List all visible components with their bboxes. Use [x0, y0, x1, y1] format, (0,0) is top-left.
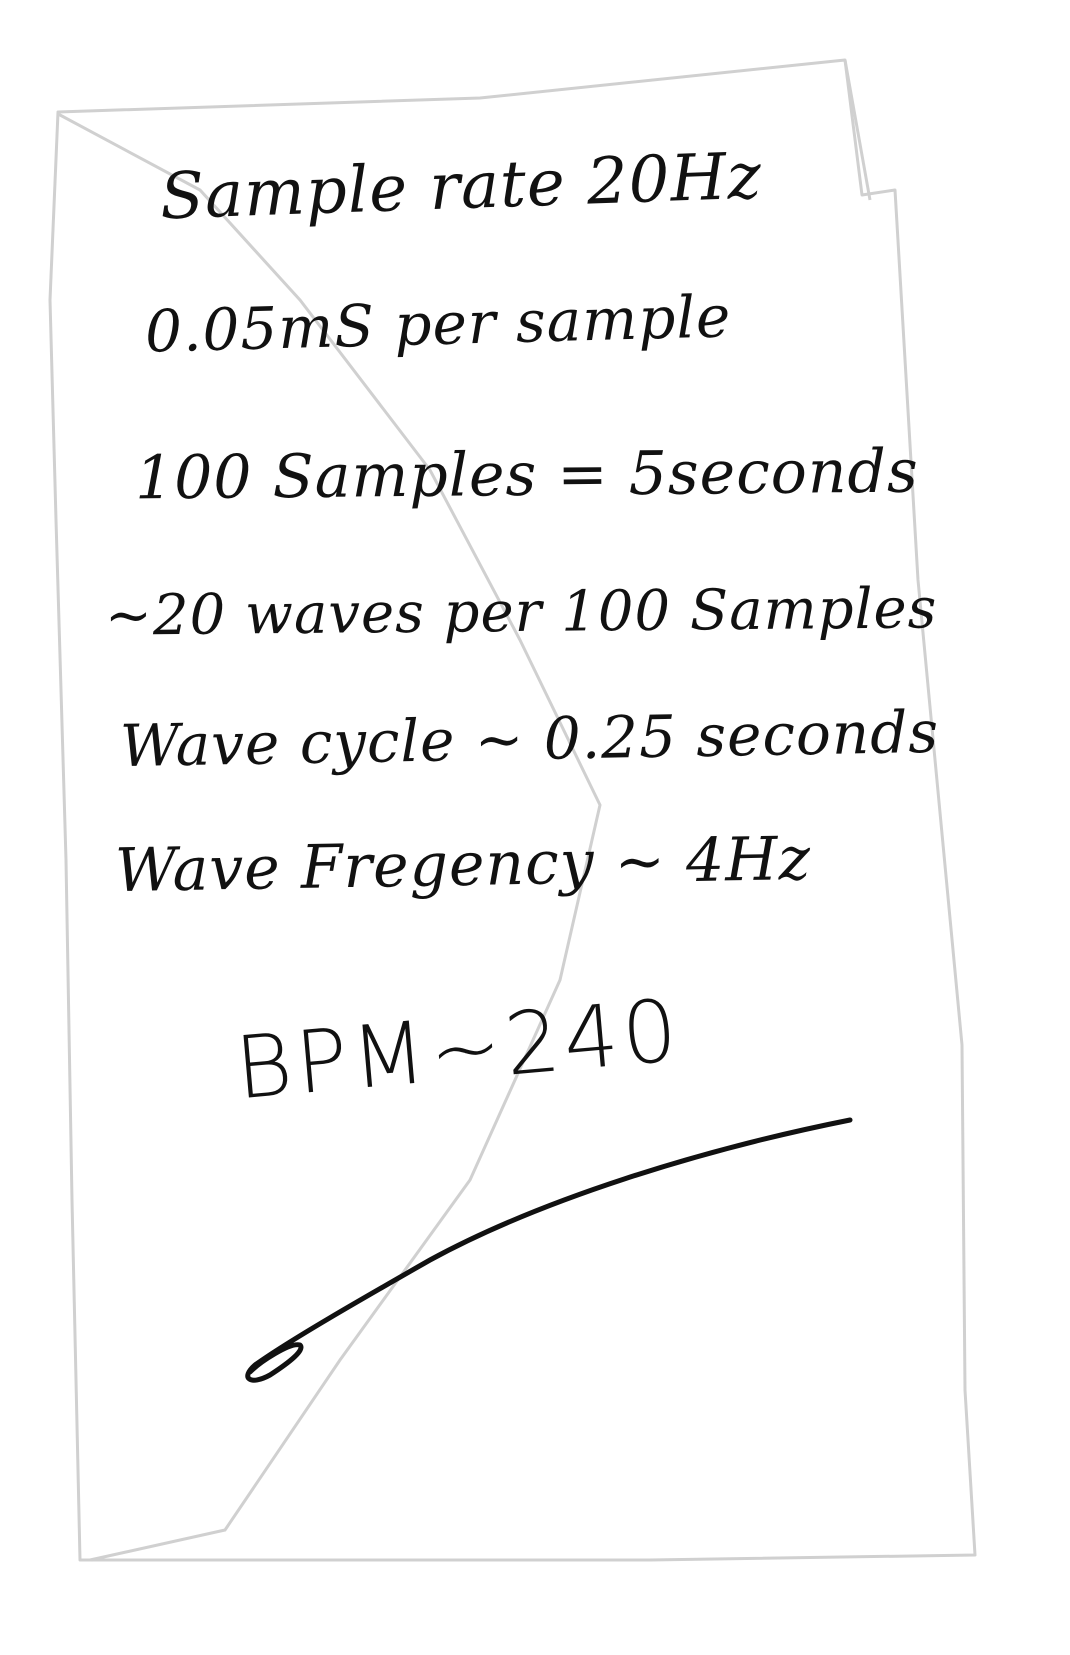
note-line-wave-cycle: Wave cycle ~ 0.25 seconds	[119, 697, 940, 781]
paper-outline	[48, 58, 977, 1562]
note-line-samples-seconds: 100 Samples = 5seconds	[134, 436, 920, 514]
paper-sheet	[48, 58, 977, 1562]
paper-right-edge-fold	[843, 59, 872, 201]
note-page: Sample rate 20Hz 0.05mS per sample 100 S…	[0, 0, 1070, 1655]
underline-stroke	[245, 1117, 853, 1383]
note-line-wave-frequency: Wave Fregency ~ 4Hz	[114, 823, 812, 907]
note-line-waves-per-samples: ~20 waves per 100 Samples	[104, 576, 938, 649]
